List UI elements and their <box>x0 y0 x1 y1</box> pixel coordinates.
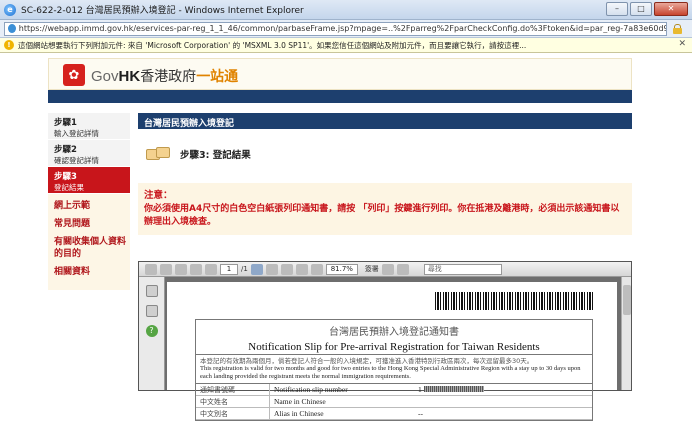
zoom-in-icon[interactable] <box>310 263 323 275</box>
section-title: 台灣居民預辦入境登記 <box>138 113 632 129</box>
step-sidebar: 步驟1 輸入登記詳情 步驟2 確認登記詳情 步驟3 登記結果 網上示範 常見問題… <box>48 113 130 290</box>
govhk-logo[interactable]: GovHK香港政府一站通 <box>91 66 238 86</box>
step-3: 步驟3 登記結果 <box>48 167 130 194</box>
logo-gov: Gov <box>91 68 119 85</box>
attachments-icon[interactable] <box>145 305 158 317</box>
pdf-viewer: 1 /1 81.7% 簽署 尋找 ? 台灣居民預辦入境登記通知書 Notific… <box>138 261 632 421</box>
step-3-subtitle: 登記結果 <box>54 183 84 192</box>
window-title: SC-622-2-012 台灣居民預辦入境登記 - Windows Intern… <box>21 6 304 16</box>
page-content: ✿ GovHK香港政府一站通 步驟1 輸入登記詳情 步驟2 確認登記詳情 步驟3… <box>0 53 692 444</box>
slip-note-en: This registration is valid for two month… <box>200 365 581 380</box>
row-label-en: Notification slip number <box>274 385 348 394</box>
slip-note-zh: 本登記的有效期為兩個月，倘若登記人符合一般的入境規定，可獲准進入香港特別行政區兩… <box>200 357 534 365</box>
page-number-input[interactable]: 1 <box>220 263 238 275</box>
address-bar: https://webapp.immd.gov.hk/eservices-par… <box>0 20 692 38</box>
handshake-icon <box>146 145 174 163</box>
scroll-thumb[interactable] <box>622 285 631 315</box>
sidebar-links: 網上示範 常見問題 有關收集個人資料的目的 相關資料 <box>48 194 130 290</box>
hand-tool-icon[interactable] <box>265 263 278 275</box>
row-label-zh: 中文姓名 <box>196 395 270 408</box>
row-label-en: Alias in Chinese <box>274 409 324 418</box>
step-1: 步驟1 輸入登記詳情 <box>48 113 130 140</box>
internet-explorer-icon: e <box>4 3 16 16</box>
window-titlebar: e SC-622-2-012 台灣居民預辦入境登記 - Windows Inte… <box>0 0 692 20</box>
row-value: -- <box>418 409 423 418</box>
redacted-value <box>423 386 484 392</box>
step-1-subtitle: 輸入登記詳情 <box>54 129 99 138</box>
notice-body: 你必須使用A4尺寸的白色空白紙張列印通知書，請按 「列印」按鍵進行列印。你在抵港… <box>144 204 620 227</box>
main-panel: 台灣居民預辦入境登記 步驟3: 登記結果 注意： 你必須使用A4尺寸的白色空白紙… <box>138 113 632 235</box>
row-label-zh: 通知書號碼 <box>196 383 270 396</box>
save-icon[interactable] <box>160 263 172 275</box>
link-faq[interactable]: 常見問題 <box>54 218 130 230</box>
sign-button[interactable]: 簽署 <box>365 264 379 274</box>
url-text[interactable]: https://webapp.immd.gov.hk/eservices-par… <box>19 24 666 33</box>
row-label-en: Name in Chinese <box>274 397 326 406</box>
link-online-demo[interactable]: 網上示範 <box>54 200 130 212</box>
pdf-side-panel: ? <box>139 277 165 390</box>
row-value: 1 <box>414 385 484 394</box>
find-input[interactable]: 尋找 <box>423 263 502 275</box>
lock-icon[interactable] <box>673 23 682 34</box>
marquee-zoom-icon[interactable] <box>280 263 293 275</box>
infobar-close-icon[interactable]: ✕ <box>678 39 686 49</box>
info-icon: ! <box>4 40 14 50</box>
link-related-info[interactable]: 相關資料 <box>54 266 130 278</box>
maximize-button[interactable]: □ <box>630 2 652 16</box>
page-globe-icon <box>8 24 16 33</box>
prev-page-icon[interactable] <box>190 263 202 275</box>
slip-row: 中文別名 Alias in Chinese -- <box>196 407 592 420</box>
slip-row: 通知書號碼 Notification slip number 1 <box>196 383 592 396</box>
slip-title-zh: 台灣居民預辦入境登記通知書 <box>329 327 459 338</box>
zoom-input[interactable]: 81.7% <box>325 263 358 275</box>
bauhinia-logo-icon: ✿ <box>63 64 85 86</box>
step-2-title: 步驟2 <box>54 145 77 155</box>
step-result: 步驟3: 登記結果 <box>138 129 632 179</box>
infobar-message[interactable]: 這個網站想要執行下列附加元件: 來自 'Microsoft Corporatio… <box>18 40 678 51</box>
address-field[interactable]: https://webapp.immd.gov.hk/eservices-par… <box>4 21 667 36</box>
notice-box: 注意： 你必須使用A4尺寸的白色空白紙張列印通知書，請按 「列印」按鍵進行列印。… <box>138 183 632 235</box>
close-button[interactable]: ✕ <box>654 2 688 16</box>
step-result-label: 步驟3: 登記結果 <box>180 150 251 161</box>
pdf-toolbar: 1 /1 81.7% 簽署 尋找 <box>139 262 631 277</box>
notification-slip: 台灣居民預辦入境登記通知書 Notification Slip for Pre-… <box>195 319 593 421</box>
logo-zh: 香港政府 <box>140 68 197 84</box>
step-2-subtitle: 確認登記詳情 <box>54 156 99 165</box>
step-3-title: 步驟3 <box>54 172 77 182</box>
slip-title-en: Notification Slip for Pre-arrival Regist… <box>196 338 592 355</box>
help-icon[interactable]: ? <box>145 325 158 337</box>
logo-accent: 一站通 <box>196 68 239 84</box>
step-2: 步驟2 確認登記詳情 <box>48 140 130 167</box>
pdf-scrollbar[interactable] <box>621 277 631 390</box>
pages-panel-icon[interactable] <box>145 285 158 297</box>
fit-width-icon[interactable] <box>396 263 409 275</box>
page-total: /1 <box>241 265 248 273</box>
top-nav-bar <box>48 90 632 103</box>
select-tool-icon[interactable] <box>250 263 263 275</box>
logo-hk: HK <box>118 68 141 85</box>
link-personal-data-purpose[interactable]: 有關收集個人資料的目的 <box>54 236 130 260</box>
next-page-icon[interactable] <box>205 263 217 275</box>
email-icon[interactable] <box>175 263 187 275</box>
pdf-page: 台灣居民預辦入境登記通知書 Notification Slip for Pre-… <box>167 282 617 421</box>
fit-page-icon[interactable] <box>381 263 394 275</box>
row-label-zh: 中文別名 <box>196 407 270 420</box>
print-icon[interactable] <box>145 263 157 275</box>
step-1-title: 步驟1 <box>54 118 77 128</box>
window-controls: – □ ✕ <box>606 2 688 16</box>
barcode <box>435 292 593 310</box>
slip-row: 中文姓名 Name in Chinese <box>196 395 592 408</box>
zoom-out-icon[interactable] <box>295 263 308 275</box>
notice-title: 注意： <box>144 190 173 201</box>
slip-note: 本登記的有效期為兩個月，倘若登記人符合一般的入境規定，可獲准進入香港特別行政區兩… <box>196 355 592 384</box>
govhk-banner: ✿ GovHK香港政府一站通 <box>48 58 632 90</box>
addon-infobar[interactable]: ! 這個網站想要執行下列附加元件: 來自 'Microsoft Corporat… <box>0 38 692 53</box>
minimize-button[interactable]: – <box>606 2 628 16</box>
